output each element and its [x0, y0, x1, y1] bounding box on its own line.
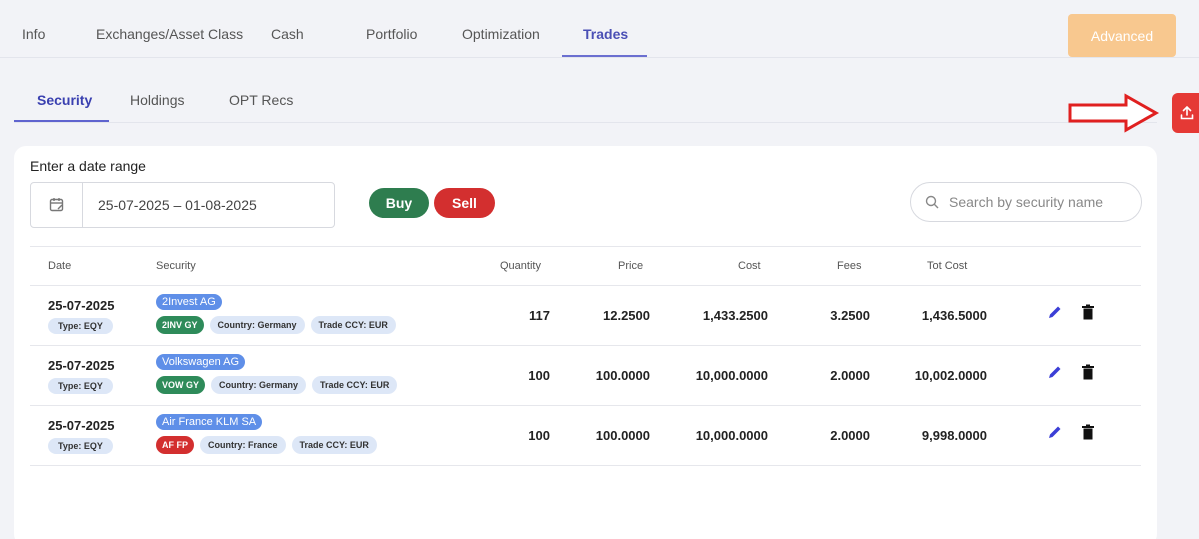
col-fees: Fees: [837, 260, 862, 272]
export-button[interactable]: [1172, 93, 1199, 133]
upload-icon: [1180, 106, 1194, 120]
trash-icon[interactable]: [1081, 364, 1095, 380]
security-tags: VOW GY Country: Germany Trade CCY: EUR: [156, 376, 398, 394]
col-security: Security: [156, 260, 196, 272]
subtab-opt-recs[interactable]: OPT Recs: [229, 92, 293, 108]
trash-icon[interactable]: [1081, 424, 1095, 440]
security-tags: 2INV GY Country: Germany Trade CCY: EUR: [156, 316, 396, 334]
date-range-value: 25-07-2025 – 01-08-2025: [98, 197, 257, 213]
pencil-icon[interactable]: [1047, 424, 1063, 440]
price-value: 100.0000: [595, 428, 650, 443]
tot-cost-value: 9,998.0000: [921, 428, 987, 443]
price-value: 100.0000: [595, 368, 650, 383]
subtab-holdings[interactable]: Holdings: [130, 92, 184, 108]
tab-optimization[interactable]: Optimization: [462, 26, 540, 42]
buy-button[interactable]: Buy: [369, 188, 429, 218]
trade-date: 25-07-2025: [48, 298, 115, 313]
subtab-security[interactable]: Security: [37, 92, 92, 108]
tab-trades[interactable]: Trades: [583, 26, 628, 42]
country-badge: Country: Germany: [209, 316, 305, 334]
col-tot-cost: Tot Cost: [927, 260, 968, 272]
search-box[interactable]: [910, 182, 1142, 222]
main-tabs: Info Exchanges/Asset Class Cash Portfoli…: [0, 0, 1199, 58]
table-row[interactable]: 25-07-2025 Type: EQY Air France KLM SA A…: [30, 406, 1141, 466]
security-name: Volkswagen AG: [156, 354, 246, 370]
advanced-button[interactable]: Advanced: [1068, 14, 1176, 57]
ticker-badge: AF FP: [156, 436, 194, 454]
ticker-badge: VOW GY: [156, 376, 206, 394]
tab-exchanges-asset-class[interactable]: Exchanges/Asset Class: [96, 26, 243, 42]
country-badge: Country: Germany: [211, 376, 307, 394]
price-value: 12.2500: [603, 308, 650, 323]
security-name: 2Invest AG: [156, 294, 222, 310]
cost-value: 10,000.0000: [695, 428, 768, 443]
currency-badge: Trade CCY: EUR: [291, 436, 377, 454]
currency-badge: Trade CCY: EUR: [312, 376, 398, 394]
trash-icon[interactable]: [1081, 304, 1095, 320]
tab-cash[interactable]: Cash: [271, 26, 304, 42]
search-icon: [925, 195, 939, 209]
tab-info[interactable]: Info: [22, 26, 45, 42]
active-tab-indicator: [562, 55, 647, 57]
quantity-value: 100: [528, 428, 550, 443]
table-row[interactable]: 25-07-2025 Type: EQY 2Invest AG 2INV GY …: [30, 286, 1141, 346]
tot-cost-value: 1,436.5000: [921, 308, 987, 323]
date-icon-cell[interactable]: [31, 183, 83, 227]
cost-value: 10,000.0000: [695, 368, 768, 383]
security-name: Air France KLM SA: [156, 414, 263, 430]
calendar-icon: [49, 198, 63, 212]
trade-date: 25-07-2025: [48, 358, 115, 373]
row-actions: [1047, 364, 1095, 380]
trades-card: Enter a date range 25-07-2025 – 01-08-20…: [14, 146, 1157, 539]
row-actions: [1047, 424, 1095, 440]
search-input[interactable]: [949, 194, 1129, 210]
table-row[interactable]: 25-07-2025 Type: EQY Volkswagen AG VOW G…: [30, 346, 1141, 406]
fees-value: 2.0000: [830, 428, 870, 443]
subtab-divider: [14, 122, 1157, 123]
pencil-icon[interactable]: [1047, 364, 1063, 380]
red-arrow-icon: [1068, 93, 1160, 133]
date-range-label: Enter a date range: [30, 158, 146, 174]
row-actions: [1047, 304, 1095, 320]
ticker-badge: 2INV GY: [156, 316, 204, 334]
sell-button[interactable]: Sell: [434, 188, 495, 218]
fees-value: 2.0000: [830, 368, 870, 383]
trades-table: Date Security Quantity Price Cost Fees T…: [30, 246, 1141, 466]
date-range-picker[interactable]: 25-07-2025 – 01-08-2025: [30, 182, 335, 228]
col-cost: Cost: [738, 260, 761, 272]
pencil-icon[interactable]: [1047, 304, 1063, 320]
tot-cost-value: 10,002.0000: [914, 368, 987, 383]
currency-badge: Trade CCY: EUR: [310, 316, 396, 334]
type-badge: Type: EQY: [48, 318, 113, 334]
trade-date: 25-07-2025: [48, 418, 115, 433]
active-subtab-indicator: [14, 120, 109, 122]
col-price: Price: [618, 260, 644, 272]
quantity-value: 117: [529, 308, 550, 323]
table-header: Date Security Quantity Price Cost Fees T…: [30, 246, 1141, 286]
col-date: Date: [48, 260, 72, 272]
tab-portfolio[interactable]: Portfolio: [366, 26, 417, 42]
fees-value: 3.2500: [830, 308, 870, 323]
col-quantity: Quantity: [500, 260, 541, 272]
type-badge: Type: EQY: [48, 438, 113, 454]
country-badge: Country: France: [200, 436, 286, 454]
type-badge: Type: EQY: [48, 378, 113, 394]
cost-value: 1,433.2500: [702, 308, 768, 323]
quantity-value: 100: [528, 368, 550, 383]
security-tags: AF FP Country: France Trade CCY: EUR: [156, 436, 377, 454]
